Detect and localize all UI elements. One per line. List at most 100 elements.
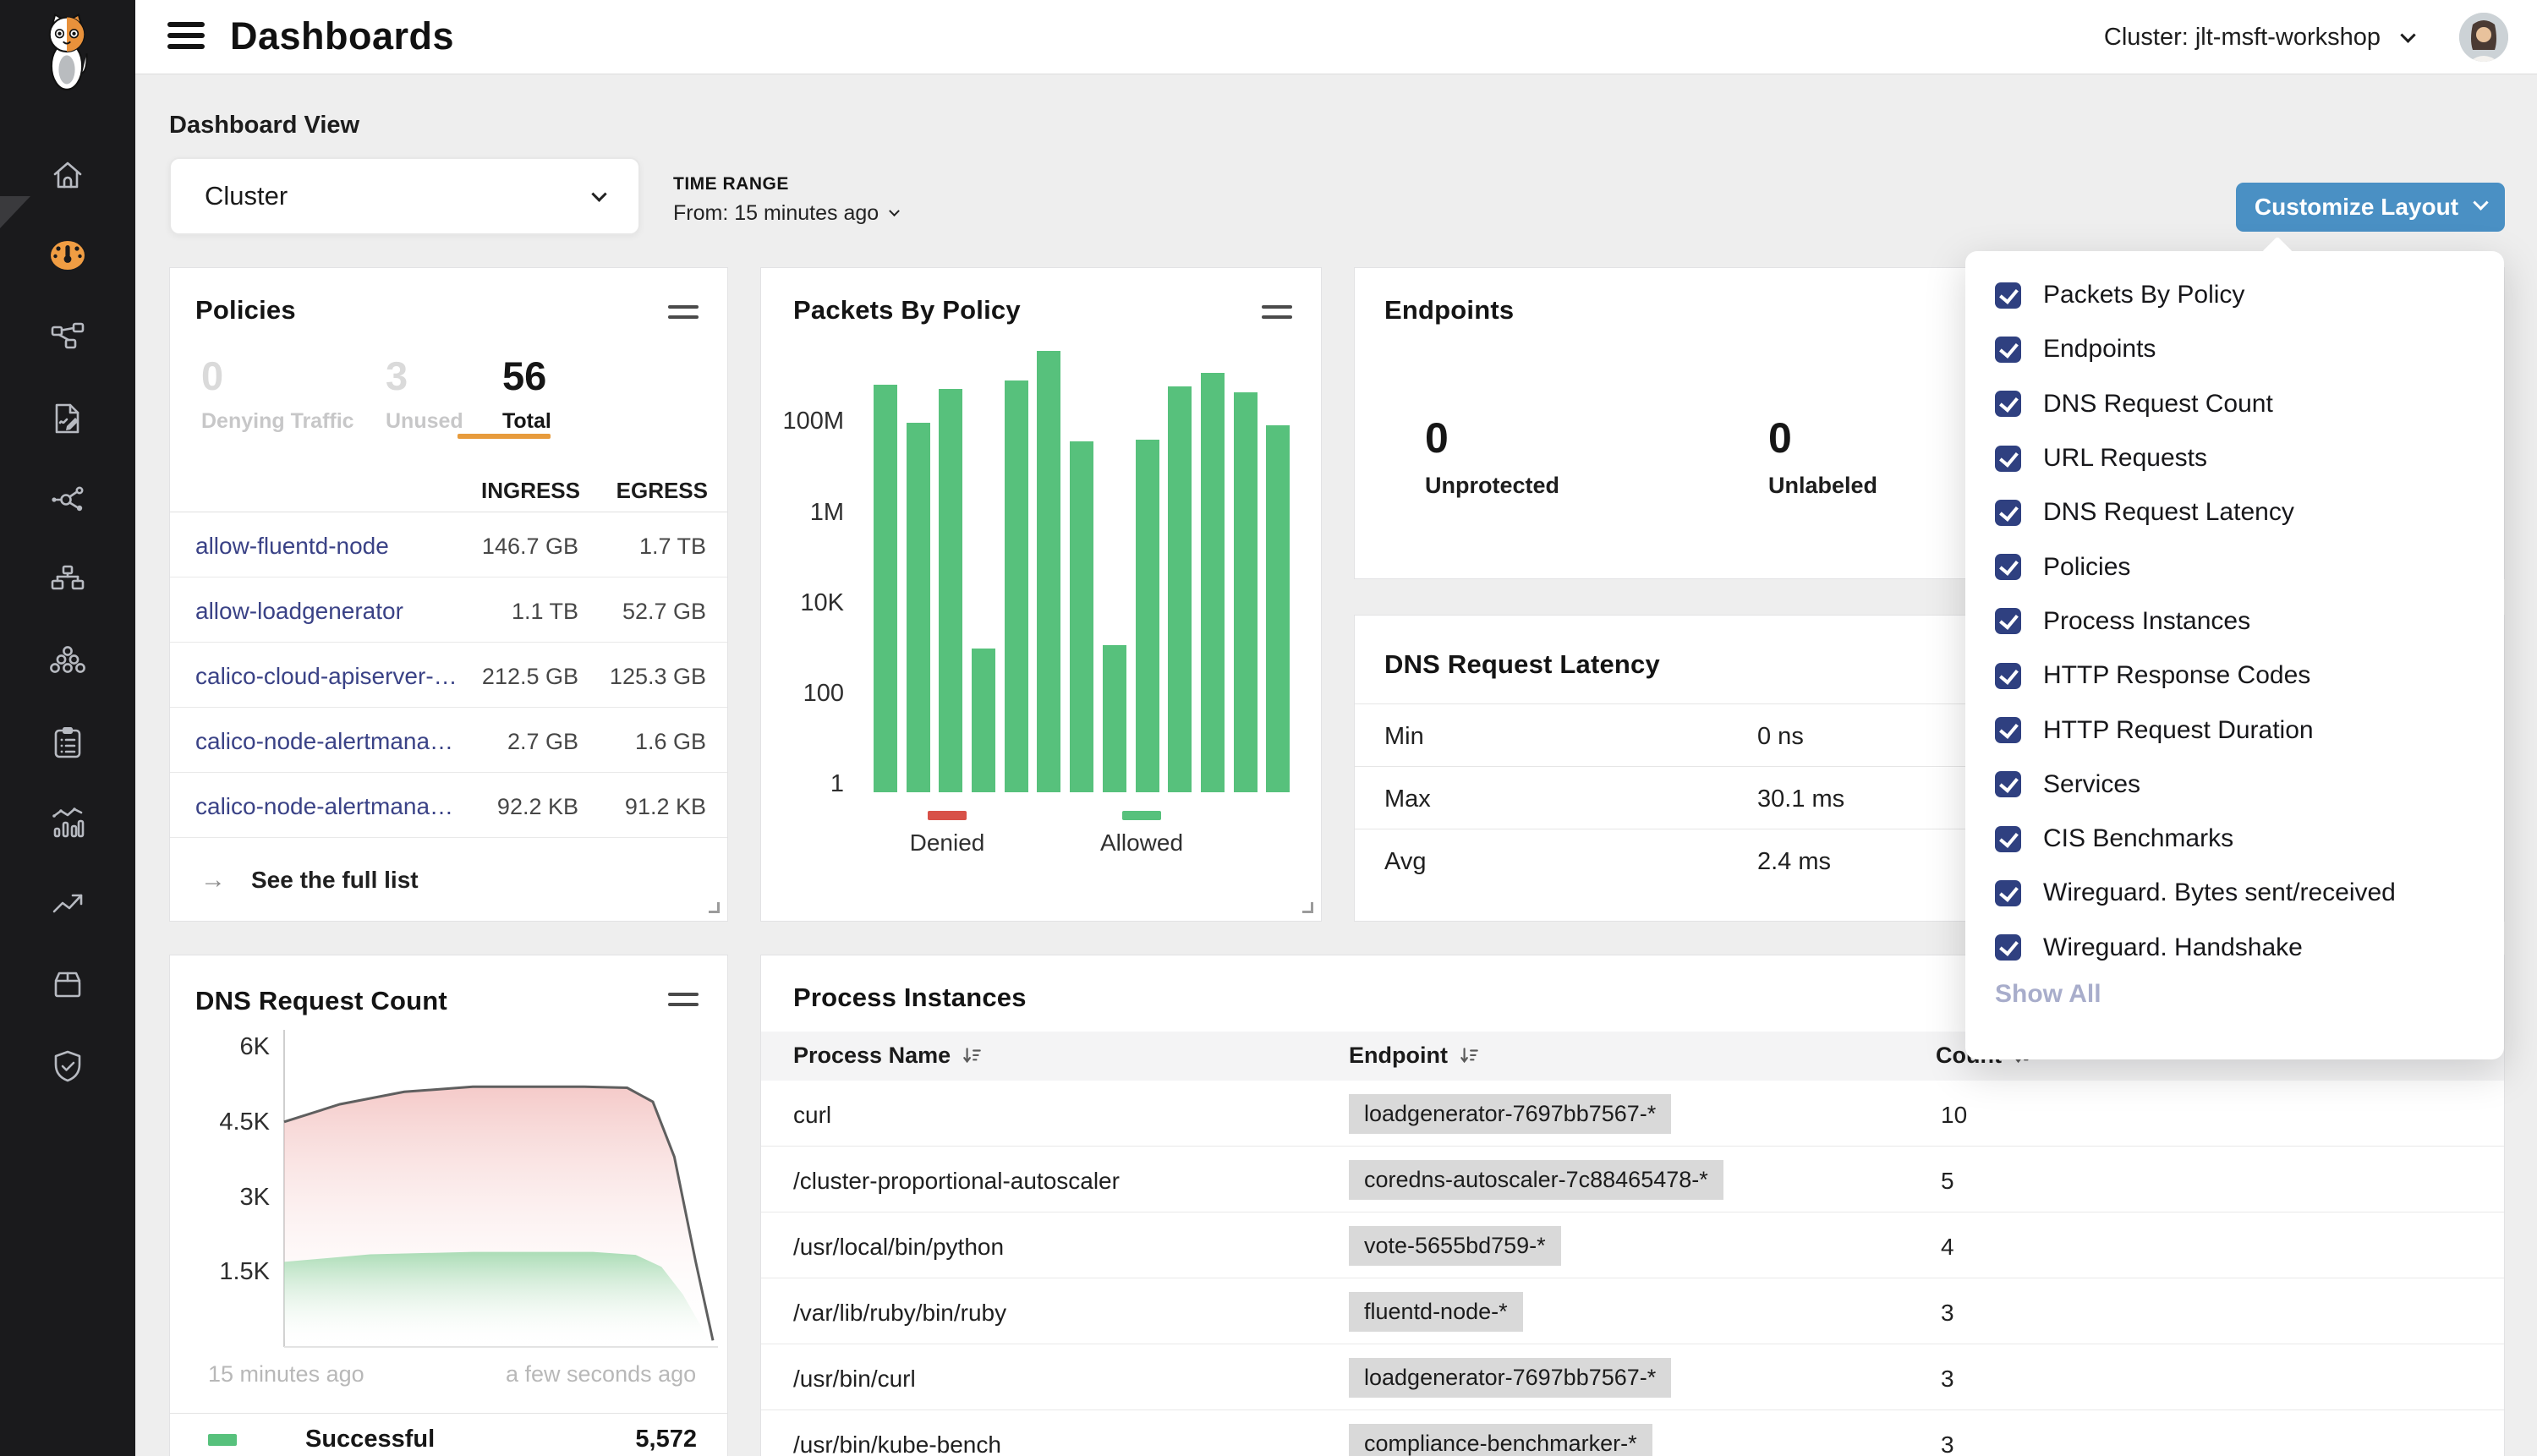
process-row: /usr/local/bin/python vote-5655bd759-* 4 (761, 1212, 2504, 1278)
legend-label-denied[interactable]: Denied (879, 829, 1015, 857)
checkbox-checked-icon[interactable] (1995, 826, 2021, 852)
endpoint-chip[interactable]: compliance-benchmarker-* (1349, 1424, 1652, 1456)
bar-allowed (1070, 441, 1093, 792)
shield-check-icon[interactable] (49, 1048, 86, 1085)
card-title: Process Instances (793, 983, 1027, 1013)
stat-denying-traffic[interactable]: 0 Denying Traffic (201, 356, 354, 434)
y-tick: 1 (770, 770, 844, 798)
endpoint-chip[interactable]: fluentd-node-* (1349, 1292, 1523, 1332)
column-header-endpoint[interactable]: Endpoint (1349, 1043, 1480, 1069)
stat-unused[interactable]: 3 Unused (386, 356, 463, 434)
customize-layout-menu: Packets By Policy Endpoints DNS Request … (1965, 251, 2504, 1059)
column-header-egress: EGRESS (573, 478, 708, 504)
menu-item-cis-benchmarks[interactable]: CIS Benchmarks (1965, 812, 2504, 866)
bar-allowed (939, 389, 962, 792)
menu-item-process-instances[interactable]: Process Instances (1965, 594, 2504, 649)
legend-swatch-successful (208, 1434, 237, 1446)
y-tick: 100 (770, 680, 844, 708)
activity-chart-icon[interactable] (49, 805, 86, 842)
network-policies-icon[interactable] (49, 318, 86, 355)
checkbox-checked-icon[interactable] (1995, 554, 2021, 580)
time-range[interactable]: TIME RANGE From: 15 minutes ago (673, 174, 898, 226)
checkbox-checked-icon[interactable] (1995, 717, 2021, 743)
card-title: DNS Request Latency (1384, 649, 1660, 680)
checkbox-checked-icon[interactable] (1995, 337, 2021, 363)
process-row: /cluster-proportional-autoscaler coredns… (761, 1147, 2504, 1212)
menu-item-dns-request-count[interactable]: DNS Request Count (1965, 377, 2504, 431)
column-header-process-name[interactable]: Process Name (793, 1043, 983, 1069)
checkbox-checked-icon[interactable] (1995, 282, 2021, 309)
home-icon[interactable] (49, 156, 86, 194)
menu-item-endpoints[interactable]: Endpoints (1965, 322, 2504, 376)
checkbox-checked-icon[interactable] (1995, 880, 2021, 906)
menu-item-wireguard-handshake[interactable]: Wireguard. Handshake (1965, 921, 2504, 975)
bar-allowed (1005, 380, 1028, 792)
customize-layout-button[interactable]: Customize Layout (2236, 183, 2505, 232)
active-nav-wedge (0, 196, 30, 228)
dashboard-view-select[interactable]: Cluster (169, 157, 640, 235)
policy-link[interactable]: allow-fluentd-node (195, 533, 389, 560)
hamburger-menu-icon[interactable] (167, 22, 205, 55)
endpoint-chip[interactable]: coredns-autoscaler-7c88465478-* (1349, 1160, 1723, 1200)
bar-chart (869, 319, 1295, 792)
menu-item-wireguard-bytes[interactable]: Wireguard. Bytes sent/received (1965, 866, 2504, 920)
checkbox-checked-icon[interactable] (1995, 608, 2021, 634)
legend-swatch-denied[interactable] (928, 811, 967, 820)
y-tick: 1M (770, 499, 844, 527)
policy-row: allow-fluentd-node 146.7 GB 1.7 TB (170, 512, 727, 577)
menu-item-http-response-codes[interactable]: HTTP Response Codes (1965, 649, 2504, 703)
policy-link[interactable]: calico-cloud-apiserver-… (195, 663, 458, 690)
legend-label-successful: Successful (305, 1426, 435, 1453)
bar-allowed (1234, 392, 1258, 792)
bar-allowed (1103, 645, 1126, 792)
bar-allowed (1168, 386, 1192, 792)
menu-item-services[interactable]: Services (1965, 758, 2504, 812)
resize-handle-icon[interactable] (1302, 902, 1313, 913)
show-all-link[interactable]: Show All (1995, 980, 2101, 1009)
bar-allowed (907, 423, 930, 792)
bar-allowed (1037, 351, 1060, 792)
checkbox-checked-icon[interactable] (1995, 500, 2021, 526)
legend-swatch-allowed[interactable] (1122, 811, 1161, 820)
endpoints-cluster-icon[interactable] (49, 643, 86, 680)
compliance-clipboard-icon[interactable] (49, 724, 86, 761)
divider (170, 1413, 727, 1414)
menu-item-policies[interactable]: Policies (1965, 539, 2504, 594)
menu-item-packets-by-policy[interactable]: Packets By Policy (1965, 268, 2504, 322)
policy-row: calico-node-alertmana… 2.7 GB 1.6 GB (170, 708, 727, 773)
drag-handle-icon[interactable] (668, 305, 699, 326)
process-row: curl loadgenerator-7697bb7567-* 10 (761, 1081, 2504, 1147)
cluster-selector[interactable]: Cluster: jlt-msft-workshop (2104, 0, 2414, 74)
see-full-list-link[interactable]: → See the full list (170, 838, 419, 922)
active-tab-underline (458, 434, 551, 439)
calico-cat-logo (39, 10, 95, 96)
endpoint-chip[interactable]: vote-5655bd759-* (1349, 1226, 1561, 1266)
flow-visualization-icon[interactable] (49, 562, 86, 599)
checkbox-checked-icon[interactable] (1995, 663, 2021, 689)
stat-total[interactable]: 56 Total (502, 356, 551, 434)
menu-item-dns-request-latency[interactable]: DNS Request Latency (1965, 485, 2504, 539)
bar-allowed (972, 649, 995, 792)
policy-link[interactable]: calico-node-alertmana… (195, 728, 453, 755)
service-graph-icon[interactable] (49, 481, 86, 518)
legend-label-allowed[interactable]: Allowed (1074, 829, 1209, 857)
checkbox-checked-icon[interactable] (1995, 934, 2021, 961)
checkbox-checked-icon[interactable] (1995, 391, 2021, 417)
resize-handle-icon[interactable] (709, 902, 720, 913)
checkbox-checked-icon[interactable] (1995, 771, 2021, 797)
trending-up-icon[interactable] (49, 885, 86, 922)
policy-editor-icon[interactable] (49, 400, 86, 437)
dashboard-view-value: Cluster (205, 181, 288, 211)
packages-box-icon[interactable] (49, 966, 86, 1004)
dashboards-gauge-icon[interactable] (49, 237, 86, 274)
sidebar-nav (0, 0, 135, 1456)
endpoint-chip[interactable]: loadgenerator-7697bb7567-* (1349, 1358, 1671, 1398)
menu-item-url-requests[interactable]: URL Requests (1965, 431, 2504, 485)
policies-card: Policies 0 Denying Traffic 3 Unused 56 T… (169, 267, 728, 922)
endpoint-chip[interactable]: loadgenerator-7697bb7567-* (1349, 1094, 1671, 1134)
policy-link[interactable]: allow-loadgenerator (195, 598, 403, 625)
avatar[interactable] (2459, 13, 2508, 62)
checkbox-checked-icon[interactable] (1995, 446, 2021, 472)
menu-item-http-request-duration[interactable]: HTTP Request Duration (1965, 703, 2504, 757)
policy-link[interactable]: calico-node-alertmana… (195, 793, 453, 820)
